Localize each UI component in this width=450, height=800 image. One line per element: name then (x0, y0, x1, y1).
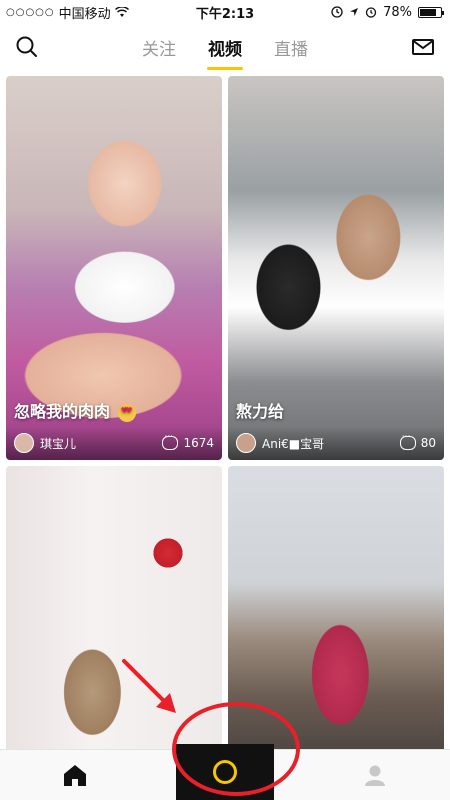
search-button[interactable] (14, 34, 40, 60)
video-card[interactable]: 熬力给 Ani€■宝哥 80 (228, 76, 444, 460)
author-name: Ani€■宝哥 (262, 436, 325, 451)
video-card[interactable] (6, 466, 222, 750)
record-button[interactable] (176, 744, 274, 800)
video-card[interactable]: 忽略我的肉肉 琪宝儿 1674 (6, 76, 222, 460)
tab-home[interactable] (35, 750, 115, 800)
tab-live[interactable]: 直播 (274, 29, 308, 66)
comment-count: 1674 (162, 432, 214, 450)
mail-icon (412, 39, 434, 55)
status-left: ○○○○○ 中国移动 (0, 3, 129, 22)
comment-icon (399, 432, 416, 450)
battery-percent: 78% (383, 4, 412, 20)
profile-icon (365, 765, 385, 786)
avatar (236, 433, 256, 453)
comment-count: 80 (399, 432, 436, 450)
author[interactable]: 琪宝儿 (14, 433, 76, 453)
alarm-icon (365, 7, 377, 18)
home-icon (64, 765, 86, 786)
camera-record-icon (213, 760, 237, 784)
heart-eyes-emoji-icon (117, 403, 136, 422)
top-nav: 关注 视频 直播 (0, 24, 450, 70)
tab-video[interactable]: 视频 (208, 29, 242, 66)
mail-button[interactable] (410, 34, 436, 60)
author[interactable]: Ani€■宝哥 (236, 433, 324, 453)
wifi-icon (114, 6, 129, 17)
video-thumbnail (6, 466, 222, 750)
video-caption: 忽略我的肉肉 (14, 398, 136, 422)
location-lock-icon (331, 6, 343, 18)
avatar (14, 433, 34, 453)
video-feed: 忽略我的肉肉 琪宝儿 1674 熬力给 Ani€■宝哥 80 (0, 72, 450, 750)
tab-following[interactable]: 关注 (142, 29, 176, 66)
comment-number: 1674 (183, 436, 214, 450)
video-thumbnail (228, 466, 444, 750)
caption-text: 忽略我的肉肉 (14, 402, 111, 421)
battery-icon (418, 6, 444, 18)
status-bar: ○○○○○ 中国移动 下午2:13 78% (0, 0, 450, 24)
comment-icon (162, 432, 179, 450)
video-card[interactable] (228, 466, 444, 750)
location-arrow-icon (350, 8, 359, 16)
tab-profile[interactable] (335, 750, 415, 800)
comment-number: 80 (420, 436, 436, 450)
carrier-name: 中国移动 (58, 6, 111, 22)
video-caption: 熬力给 (236, 402, 285, 421)
battery-fill (420, 8, 436, 16)
author-name: 琪宝儿 (40, 436, 77, 451)
video-meta: Ani€■宝哥 80 (228, 426, 444, 460)
search-icon (16, 36, 37, 57)
signal-strength: ○○○○○ (6, 6, 55, 18)
status-right: 78% (331, 5, 450, 20)
video-meta: 琪宝儿 1674 (6, 426, 222, 460)
